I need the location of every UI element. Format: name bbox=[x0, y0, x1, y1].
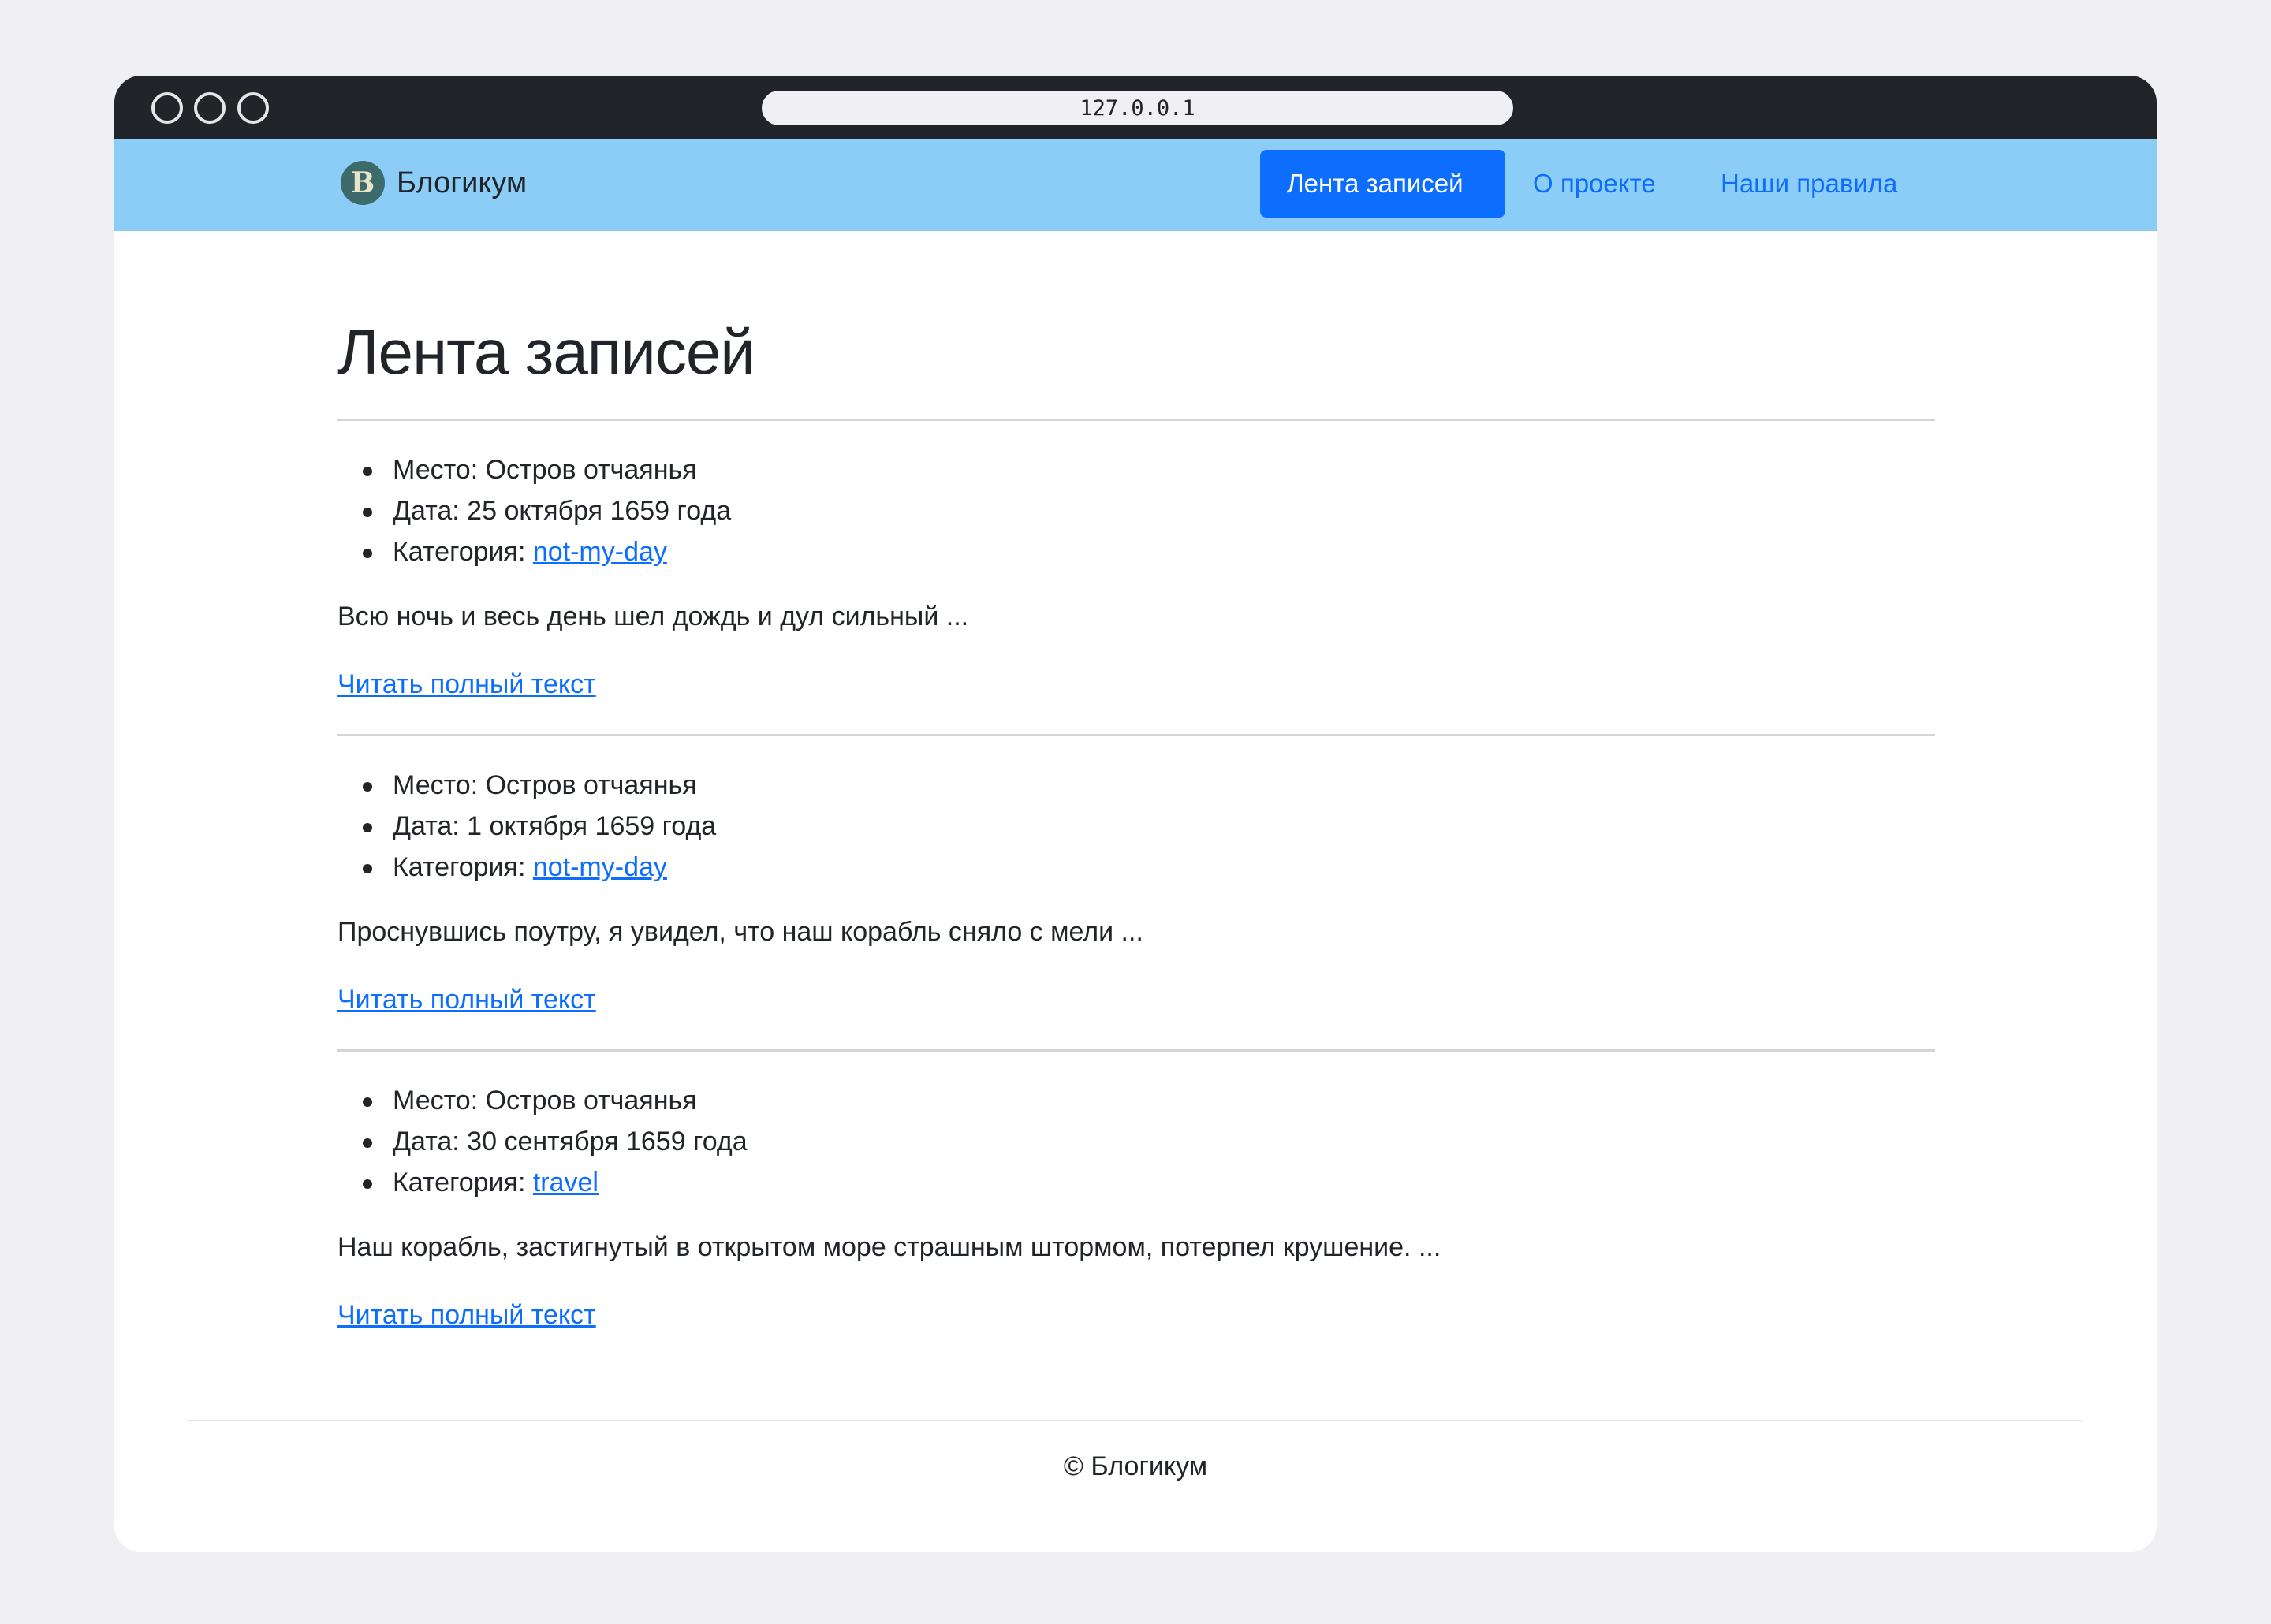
brand-logo-icon: B bbox=[341, 161, 385, 205]
read-more-link[interactable]: Читать полный текст bbox=[337, 1294, 596, 1335]
read-more-link[interactable]: Читать полный текст bbox=[337, 664, 596, 705]
site-footer: © Блогикум bbox=[114, 1451, 2157, 1482]
post-category-label: Категория: bbox=[393, 852, 533, 882]
post-excerpt: Наш корабль, застигнутый в открытом море… bbox=[337, 1232, 1441, 1262]
divider bbox=[337, 419, 1935, 421]
post-meta-list: Место: Остров отчаянья Дата: 30 сентября… bbox=[337, 1080, 1935, 1203]
footer-copyright: © Блогикум bbox=[1063, 1451, 1208, 1481]
post-category: Категория: not-my-day bbox=[337, 531, 1935, 572]
page-title: Лента записей bbox=[337, 317, 755, 387]
browser-titlebar: 127.0.0.1 bbox=[114, 76, 2157, 139]
post-place: Место: Остров отчаянья bbox=[337, 765, 1935, 806]
post-category-label: Категория: bbox=[393, 1168, 533, 1198]
post-category: Категория: not-my-day bbox=[337, 847, 1935, 888]
post-excerpt: Всю ночь и весь день шел дождь и дул сил… bbox=[337, 602, 969, 631]
brand-link[interactable]: B Блогикум bbox=[341, 159, 527, 207]
post-place: Место: Остров отчаянья bbox=[337, 1080, 1935, 1121]
post-meta-list: Место: Остров отчаянья Дата: 1 октября 1… bbox=[337, 765, 1935, 888]
post-category-label: Категория: bbox=[393, 537, 533, 567]
window-minimize-icon[interactable] bbox=[194, 92, 226, 124]
divider bbox=[337, 1049, 1935, 1052]
post-meta-list: Место: Остров отчаянья Дата: 25 октября … bbox=[337, 449, 1935, 572]
post-place: Место: Остров отчаянья bbox=[337, 449, 1935, 490]
nav-item-feed[interactable]: Лента записей bbox=[1260, 150, 1505, 218]
address-bar[interactable]: 127.0.0.1 bbox=[762, 91, 1513, 125]
post-item: Место: Остров отчаянья Дата: 25 октября … bbox=[337, 449, 1935, 705]
post-category-link[interactable]: travel bbox=[533, 1168, 599, 1198]
post-date: Дата: 30 сентября 1659 года bbox=[337, 1121, 1935, 1162]
post-item: Место: Остров отчаянья Дата: 30 сентября… bbox=[337, 1080, 1935, 1335]
post-item: Место: Остров отчаянья Дата: 1 октября 1… bbox=[337, 765, 1935, 1020]
post-category-link[interactable]: not-my-day bbox=[533, 852, 667, 882]
brand-name: Блогикум bbox=[397, 166, 528, 199]
footer-divider bbox=[188, 1420, 2083, 1421]
divider bbox=[337, 734, 1935, 736]
post-date: Дата: 25 октября 1659 года bbox=[337, 490, 1935, 531]
read-more-link[interactable]: Читать полный текст bbox=[337, 979, 596, 1020]
post-date: Дата: 1 октября 1659 года bbox=[337, 806, 1935, 847]
window-close-icon[interactable] bbox=[151, 92, 183, 124]
nav-item-about[interactable]: О проекте bbox=[1533, 150, 1656, 218]
site-navbar: B Блогикум Лента записей О проекте Наши … bbox=[114, 139, 2157, 231]
post-category: Категория: travel bbox=[337, 1162, 1935, 1203]
post-excerpt: Проснувшись поутру, я увидел, что наш ко… bbox=[337, 917, 1143, 947]
post-category-link[interactable]: not-my-day bbox=[533, 537, 667, 567]
window-maximize-icon[interactable] bbox=[237, 92, 269, 124]
browser-window: 127.0.0.1 B Блогикум Лента записей О про… bbox=[114, 76, 2157, 1552]
nav-item-rules[interactable]: Наши правила bbox=[1721, 150, 1897, 218]
